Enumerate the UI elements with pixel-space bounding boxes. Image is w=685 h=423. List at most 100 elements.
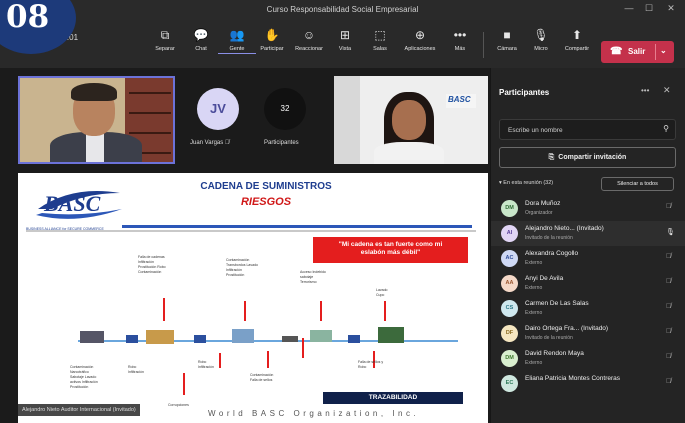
close-button[interactable]: ✕ <box>664 3 678 14</box>
svg-text:Cupo: Cupo <box>376 293 384 297</box>
list-item[interactable]: AC Alexandra Cogollo Externo 🎙̸ <box>491 246 685 271</box>
participant-search[interactable]: ⚲ <box>499 119 676 140</box>
more-options-icon[interactable]: ••• <box>641 86 649 95</box>
pop-out-icon: ⧉ <box>160 28 170 42</box>
leave-button[interactable]: ☎ Salir ⌄ <box>601 41 674 63</box>
list-item[interactable]: CS Carmen De Las Salas Externo 🎙̸ <box>491 296 685 321</box>
share-icon: ⬆ <box>571 28 583 42</box>
participant-role: Organizador <box>525 210 553 216</box>
pop-out-label: Separar <box>155 46 175 52</box>
svg-text:Terrorismo: Terrorismo <box>300 280 317 284</box>
minimize-button[interactable]: — <box>622 3 636 13</box>
view-button[interactable]: ⊞ Vista <box>326 26 364 52</box>
share-invite-button[interactable]: ⎘ Compartir invitación <box>499 147 676 168</box>
panel-title: Participantes <box>499 88 550 97</box>
svg-text:sabotaje: sabotaje <box>300 275 313 279</box>
participant-body <box>374 142 444 164</box>
shared-presentation: BASC BUSINESS ALLIANCE for SECURE COMMER… <box>18 173 488 423</box>
meeting-toolbar: 18:01 ⧉Separar 💬Chat 👥Gente ✋Participar … <box>0 20 685 68</box>
svg-text:Contaminación: Contaminación <box>226 258 249 262</box>
svg-text:Sabotaje Lavado: Sabotaje Lavado <box>70 375 96 379</box>
rooms-icon: ⬚ <box>374 28 386 42</box>
participant-name: Alejandro Nieto... (Invitado) <box>525 225 604 232</box>
badge-number: 08 <box>6 0 50 35</box>
share-invite-label: Compartir invitación <box>558 154 627 161</box>
rooms-button[interactable]: ⬚ Salas <box>361 26 399 52</box>
participant-name: Anyi De Avila <box>525 275 564 282</box>
share-label: Compartir <box>564 46 590 52</box>
svg-text:Prostitución Robo: Prostitución Robo <box>138 265 166 269</box>
smile-icon: ☺ <box>302 28 316 42</box>
camera-button[interactable]: ■ Cámara <box>488 26 526 52</box>
react-button[interactable]: ☺ Reaccionar <box>290 26 328 52</box>
grid-icon: ⊞ <box>339 28 351 42</box>
participant-name: Dora Muñoz <box>525 200 561 207</box>
avatar: AA <box>501 275 518 292</box>
phone-icon: ☎ <box>610 46 623 57</box>
list-item[interactable]: AA Anyi De Avila Externo 🎙̸ <box>491 271 685 296</box>
svg-text:Lavado: Lavado <box>376 288 388 292</box>
mic-off-icon: 🎙̸ <box>666 278 672 285</box>
raise-hand-button[interactable]: ✋ Participar <box>253 26 291 52</box>
close-icon[interactable]: ✕ <box>663 85 671 96</box>
in-meeting-section: ▾ En esta reunión (32) Silenciar a todos <box>491 177 685 191</box>
section-label[interactable]: ▾ En esta reunión (32) <box>499 180 553 186</box>
svg-text:Prostitución: Prostitución <box>226 273 244 277</box>
more-button[interactable]: ••• Más <box>441 26 479 52</box>
participant-name: Dairo Ortega Fra... (Invitado) <box>525 325 609 332</box>
participant-face <box>392 100 426 140</box>
participant-role: Invitado de la reunión <box>525 235 573 241</box>
participant-name: Eliana Patricia Montes Contreras <box>525 375 621 382</box>
avatar: AI <box>501 225 518 242</box>
avatar: AC <box>501 250 518 267</box>
wall-logo: BASC <box>446 94 476 108</box>
svg-text:Robo: Robo <box>358 365 366 369</box>
chat-button[interactable]: 💬 Chat <box>182 26 220 52</box>
avatar: DM <box>501 200 518 217</box>
list-item[interactable]: DM David Rendon Maya Externo 🎙̸ <box>491 346 685 371</box>
avatar: DM <box>501 350 518 367</box>
participants-count[interactable]: 32 <box>264 88 306 130</box>
svg-text:Contaminación: Contaminación <box>250 373 273 377</box>
mic-off-icon: 🎙̸ <box>224 140 230 146</box>
participant-list: DM Dora Muñoz Organizador 🎙̸ AI Alejandr… <box>491 196 685 396</box>
mic-button[interactable]: 🎙 Micro <box>522 26 560 52</box>
mic-off-icon: 🎙̸ <box>666 253 672 260</box>
svg-text:Corrupciones: Corrupciones <box>168 403 189 407</box>
list-item[interactable]: AI Alejandro Nieto... (Invitado) Invitad… <box>491 221 685 246</box>
apps-button[interactable]: ⊕ Aplicaciones <box>401 26 439 52</box>
hand-icon: ✋ <box>264 28 280 42</box>
svg-text:Infiltración: Infiltración <box>198 365 214 369</box>
participant-role: Externo <box>525 260 543 266</box>
search-icon[interactable]: ⚲ <box>663 124 669 133</box>
list-item[interactable]: EC Eliana Patricia Montes Contreras 🎙̸ <box>491 371 685 396</box>
video-tile-participant[interactable]: BASC <box>334 76 488 164</box>
video-tile-speaker[interactable] <box>18 76 175 164</box>
share-button[interactable]: ⬆ Compartir <box>558 26 596 52</box>
participant-role: Invitado de la reunión <box>525 335 573 341</box>
section-label-text: En esta reunión (32) <box>503 180 554 186</box>
apps-label: Aplicaciones <box>404 46 436 52</box>
maximize-button[interactable]: ☐ <box>642 3 656 14</box>
participants-panel: Participantes ••• ✕ ⚲ ⎘Compartir invitac… <box>490 68 685 423</box>
more-icon: ••• <box>453 28 467 42</box>
avatar[interactable]: JV <box>197 88 239 130</box>
mute-all-button[interactable]: Silenciar a todos <box>601 177 674 191</box>
plus-icon: ⊕ <box>414 28 426 42</box>
meeting-stage: JV Juan Vargas 🎙̸ 32 Participantes BASC … <box>0 68 490 423</box>
chevron-down-icon[interactable]: ⌄ <box>660 46 667 55</box>
search-input[interactable] <box>508 124 648 136</box>
people-button[interactable]: 👥 Gente <box>218 26 256 54</box>
participant-name: David Rendon Maya <box>525 350 584 357</box>
pop-out-button[interactable]: ⧉ Separar <box>146 26 184 52</box>
mic-off-icon: 🎙̸ <box>666 203 672 210</box>
background-window <box>334 76 360 164</box>
svg-text:Infiltración: Infiltración <box>138 260 154 264</box>
svg-text:Falla de sellos y: Falla de sellos y <box>358 360 383 364</box>
people-icon: 👥 <box>229 28 245 42</box>
list-item[interactable]: DM Dora Muñoz Organizador 🎙̸ <box>491 196 685 221</box>
svg-text:Infiltración: Infiltración <box>128 370 144 374</box>
participant-role: Externo <box>525 285 543 291</box>
list-item[interactable]: DF Dairo Ortega Fra... (Invitado) Invita… <box>491 321 685 346</box>
mic-off-icon: 🎙̸ <box>666 328 672 335</box>
